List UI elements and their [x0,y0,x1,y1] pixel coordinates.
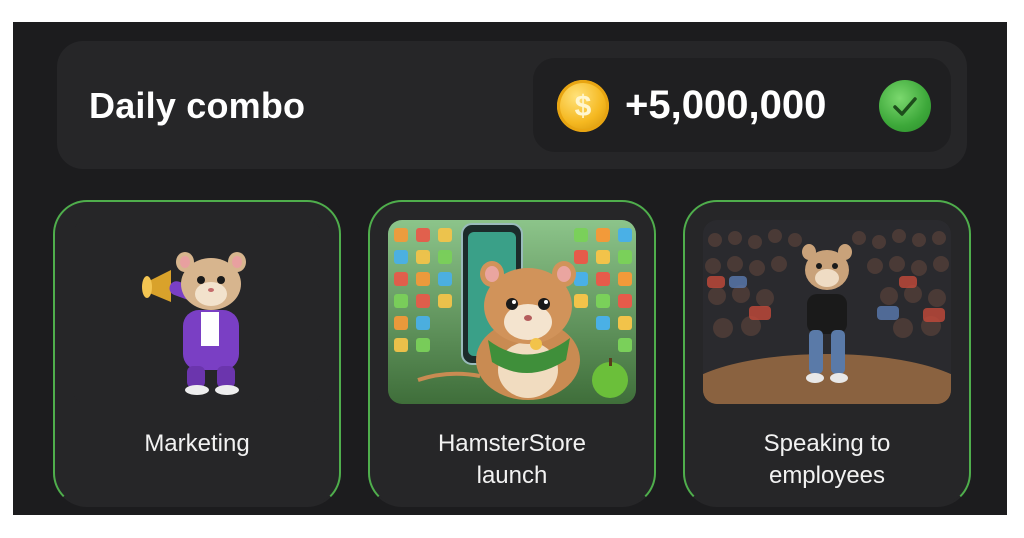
combo-card-speaking-to-employees[interactable]: Speaking to employees [683,200,971,507]
daily-combo-panel: Daily combo $ +5,000,000 Marketing Hamst… [13,22,1007,515]
dollar-coin-icon: $ [557,80,609,132]
card-label-speaking-to-employees: Speaking to employees [685,428,969,492]
daily-combo-header: Daily combo $ +5,000,000 [57,41,967,169]
hamster-megaphone-image [73,220,321,404]
reward-pill: $ +5,000,000 [533,58,951,152]
card-label-hamsterstore-launch: HamsterStore launch [370,428,654,492]
card-label-line: HamsterStore [437,430,587,457]
reward-amount: +5,000,000 [625,83,827,127]
hamster-app-store-image [388,220,636,404]
card-label-line: employees [768,462,886,489]
svg-text:$: $ [575,90,592,123]
card-label-line: launch [476,462,548,489]
card-label-marketing: Marketing [144,430,250,457]
check-icon [879,80,931,132]
daily-combo-title: Daily combo [89,85,306,126]
combo-card-hamsterstore-launch[interactable]: HamsterStore launch [368,200,656,507]
combo-card-marketing[interactable]: Marketing [53,200,341,507]
card-label-line: Speaking to [763,430,891,457]
hamster-stage-image [703,220,951,404]
